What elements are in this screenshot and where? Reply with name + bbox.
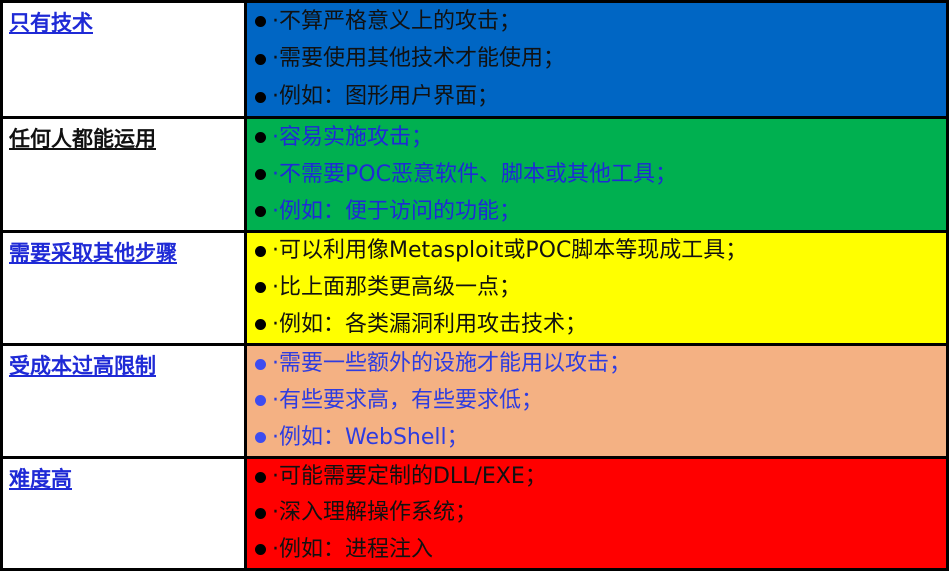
bullet-dot-icon (255, 53, 266, 65)
row-content-cell: ·可能需要定制的DLL/EXE； ·深入理解操作系统； ·例如：进程注入 (247, 456, 949, 571)
list-item: ·例如：各类漏洞利用攻击技术； (255, 310, 946, 340)
list-item-text: ·例如：各类漏洞利用攻击技术； (272, 311, 587, 337)
row-label-cell: 只有技术 (0, 0, 247, 116)
list-item: ·可以利用像Metasploit或POC脚本等现成工具； (255, 236, 946, 266)
list-item: ·需要使用其他技术才能使用； (255, 44, 946, 74)
list-item: ·不需要POC恶意软件、脚本或其他工具； (255, 160, 946, 190)
bullet-dot-icon (255, 282, 266, 294)
bullet-dot-icon (255, 507, 266, 519)
row-label[interactable]: 难度高 (9, 467, 72, 491)
bullet-dot-icon (255, 432, 266, 444)
bullet-dot-icon (255, 169, 266, 180)
bullet-dot-icon (255, 358, 266, 370)
list-item: ·例如：进程注入 (255, 535, 946, 565)
list-item-text: ·可以利用像Metasploit或POC脚本等现成工具； (272, 238, 748, 264)
table-row: 难度高 ·可能需要定制的DLL/EXE； ·深入理解操作系统； ·例如：进程注入 (0, 456, 949, 571)
row-label[interactable]: 任何人都能运用 (9, 127, 156, 151)
row-label-cell: 需要采取其他步骤 (0, 230, 247, 343)
list-item-text: ·需要一些额外的设施才能用以攻击； (272, 351, 631, 377)
bullet-dot-icon (255, 471, 266, 483)
row-label[interactable]: 只有技术 (9, 11, 93, 35)
bullet-dot-icon (255, 544, 266, 556)
row-content-cell: ·不算严格意义上的攻击； ·需要使用其他技术才能使用； ·例如：图形用户界面； (247, 0, 949, 116)
list-item-text: ·例如：WebShell； (272, 424, 469, 450)
row-label-cell: 任何人都能运用 (0, 116, 247, 230)
row-label[interactable]: 受成本过高限制 (9, 354, 156, 378)
list-item-text: ·可能需要定制的DLL/EXE； (272, 464, 547, 490)
row-label-cell: 难度高 (0, 456, 247, 571)
bullet-dot-icon (255, 132, 266, 143)
row-label-cell: 受成本过高限制 (0, 343, 247, 456)
attack-classification-table: 只有技术 ·不算严格意义上的攻击； ·需要使用其他技术才能使用； ·例如：图形用… (0, 0, 949, 571)
bullet-dot-icon (255, 245, 266, 257)
row-content-cell: ·容易实施攻击； ·不需要POC恶意软件、脚本或其他工具； ·例如：便于访问的功… (247, 116, 949, 230)
list-item: ·可能需要定制的DLL/EXE； (255, 462, 946, 492)
list-item-text: ·容易实施攻击； (272, 124, 433, 150)
list-item: ·例如：便于访问的功能； (255, 197, 946, 227)
table-row: 只有技术 ·不算严格意义上的攻击； ·需要使用其他技术才能使用； ·例如：图形用… (0, 0, 949, 116)
list-item: ·容易实施攻击； (255, 123, 946, 153)
table-row: 需要采取其他步骤 ·可以利用像Metasploit或POC脚本等现成工具； ·比… (0, 230, 949, 343)
row-content-cell: ·可以利用像Metasploit或POC脚本等现成工具； ·比上面那类更高级一点… (247, 230, 949, 343)
list-item-text: ·例如：图形用户界面； (272, 84, 499, 110)
list-item-text: ·比上面那类更高级一点； (272, 274, 521, 300)
bullet-dot-icon (255, 91, 266, 103)
table-row: 任何人都能运用 ·容易实施攻击； ·不需要POC恶意软件、脚本或其他工具； ·例… (0, 116, 949, 230)
list-item-text: ·例如：便于访问的功能； (272, 198, 521, 224)
bullet-dot-icon (255, 206, 266, 217)
list-item-text: ·不算严格意义上的攻击； (272, 8, 521, 34)
list-item: ·需要一些额外的设施才能用以攻击； (255, 349, 946, 379)
list-item: ·比上面那类更高级一点； (255, 273, 946, 303)
list-item-text: ·需要使用其他技术才能使用； (272, 46, 565, 72)
list-item: ·不算严格意义上的攻击； (255, 7, 946, 37)
list-item-text: ·有些要求高，有些要求低； (272, 387, 543, 413)
bullet-dot-icon (255, 319, 266, 331)
list-item: ·深入理解操作系统； (255, 498, 946, 528)
table-row: 受成本过高限制 ·需要一些额外的设施才能用以攻击； ·有些要求高，有些要求低； … (0, 343, 949, 456)
bullet-dot-icon (255, 16, 266, 28)
list-item: ·例如：图形用户界面； (255, 82, 946, 112)
list-item-text: ·不需要POC恶意软件、脚本或其他工具； (272, 161, 677, 187)
row-label[interactable]: 需要采取其他步骤 (9, 241, 177, 265)
list-item-text: ·例如：进程注入 (272, 536, 433, 562)
list-item-text: ·深入理解操作系统； (272, 500, 477, 526)
list-item: ·有些要求高，有些要求低； (255, 386, 946, 416)
row-content-cell: ·需要一些额外的设施才能用以攻击； ·有些要求高，有些要求低； ·例如：WebS… (247, 343, 949, 456)
bullet-dot-icon (255, 395, 266, 407)
list-item: ·例如：WebShell； (255, 423, 946, 453)
